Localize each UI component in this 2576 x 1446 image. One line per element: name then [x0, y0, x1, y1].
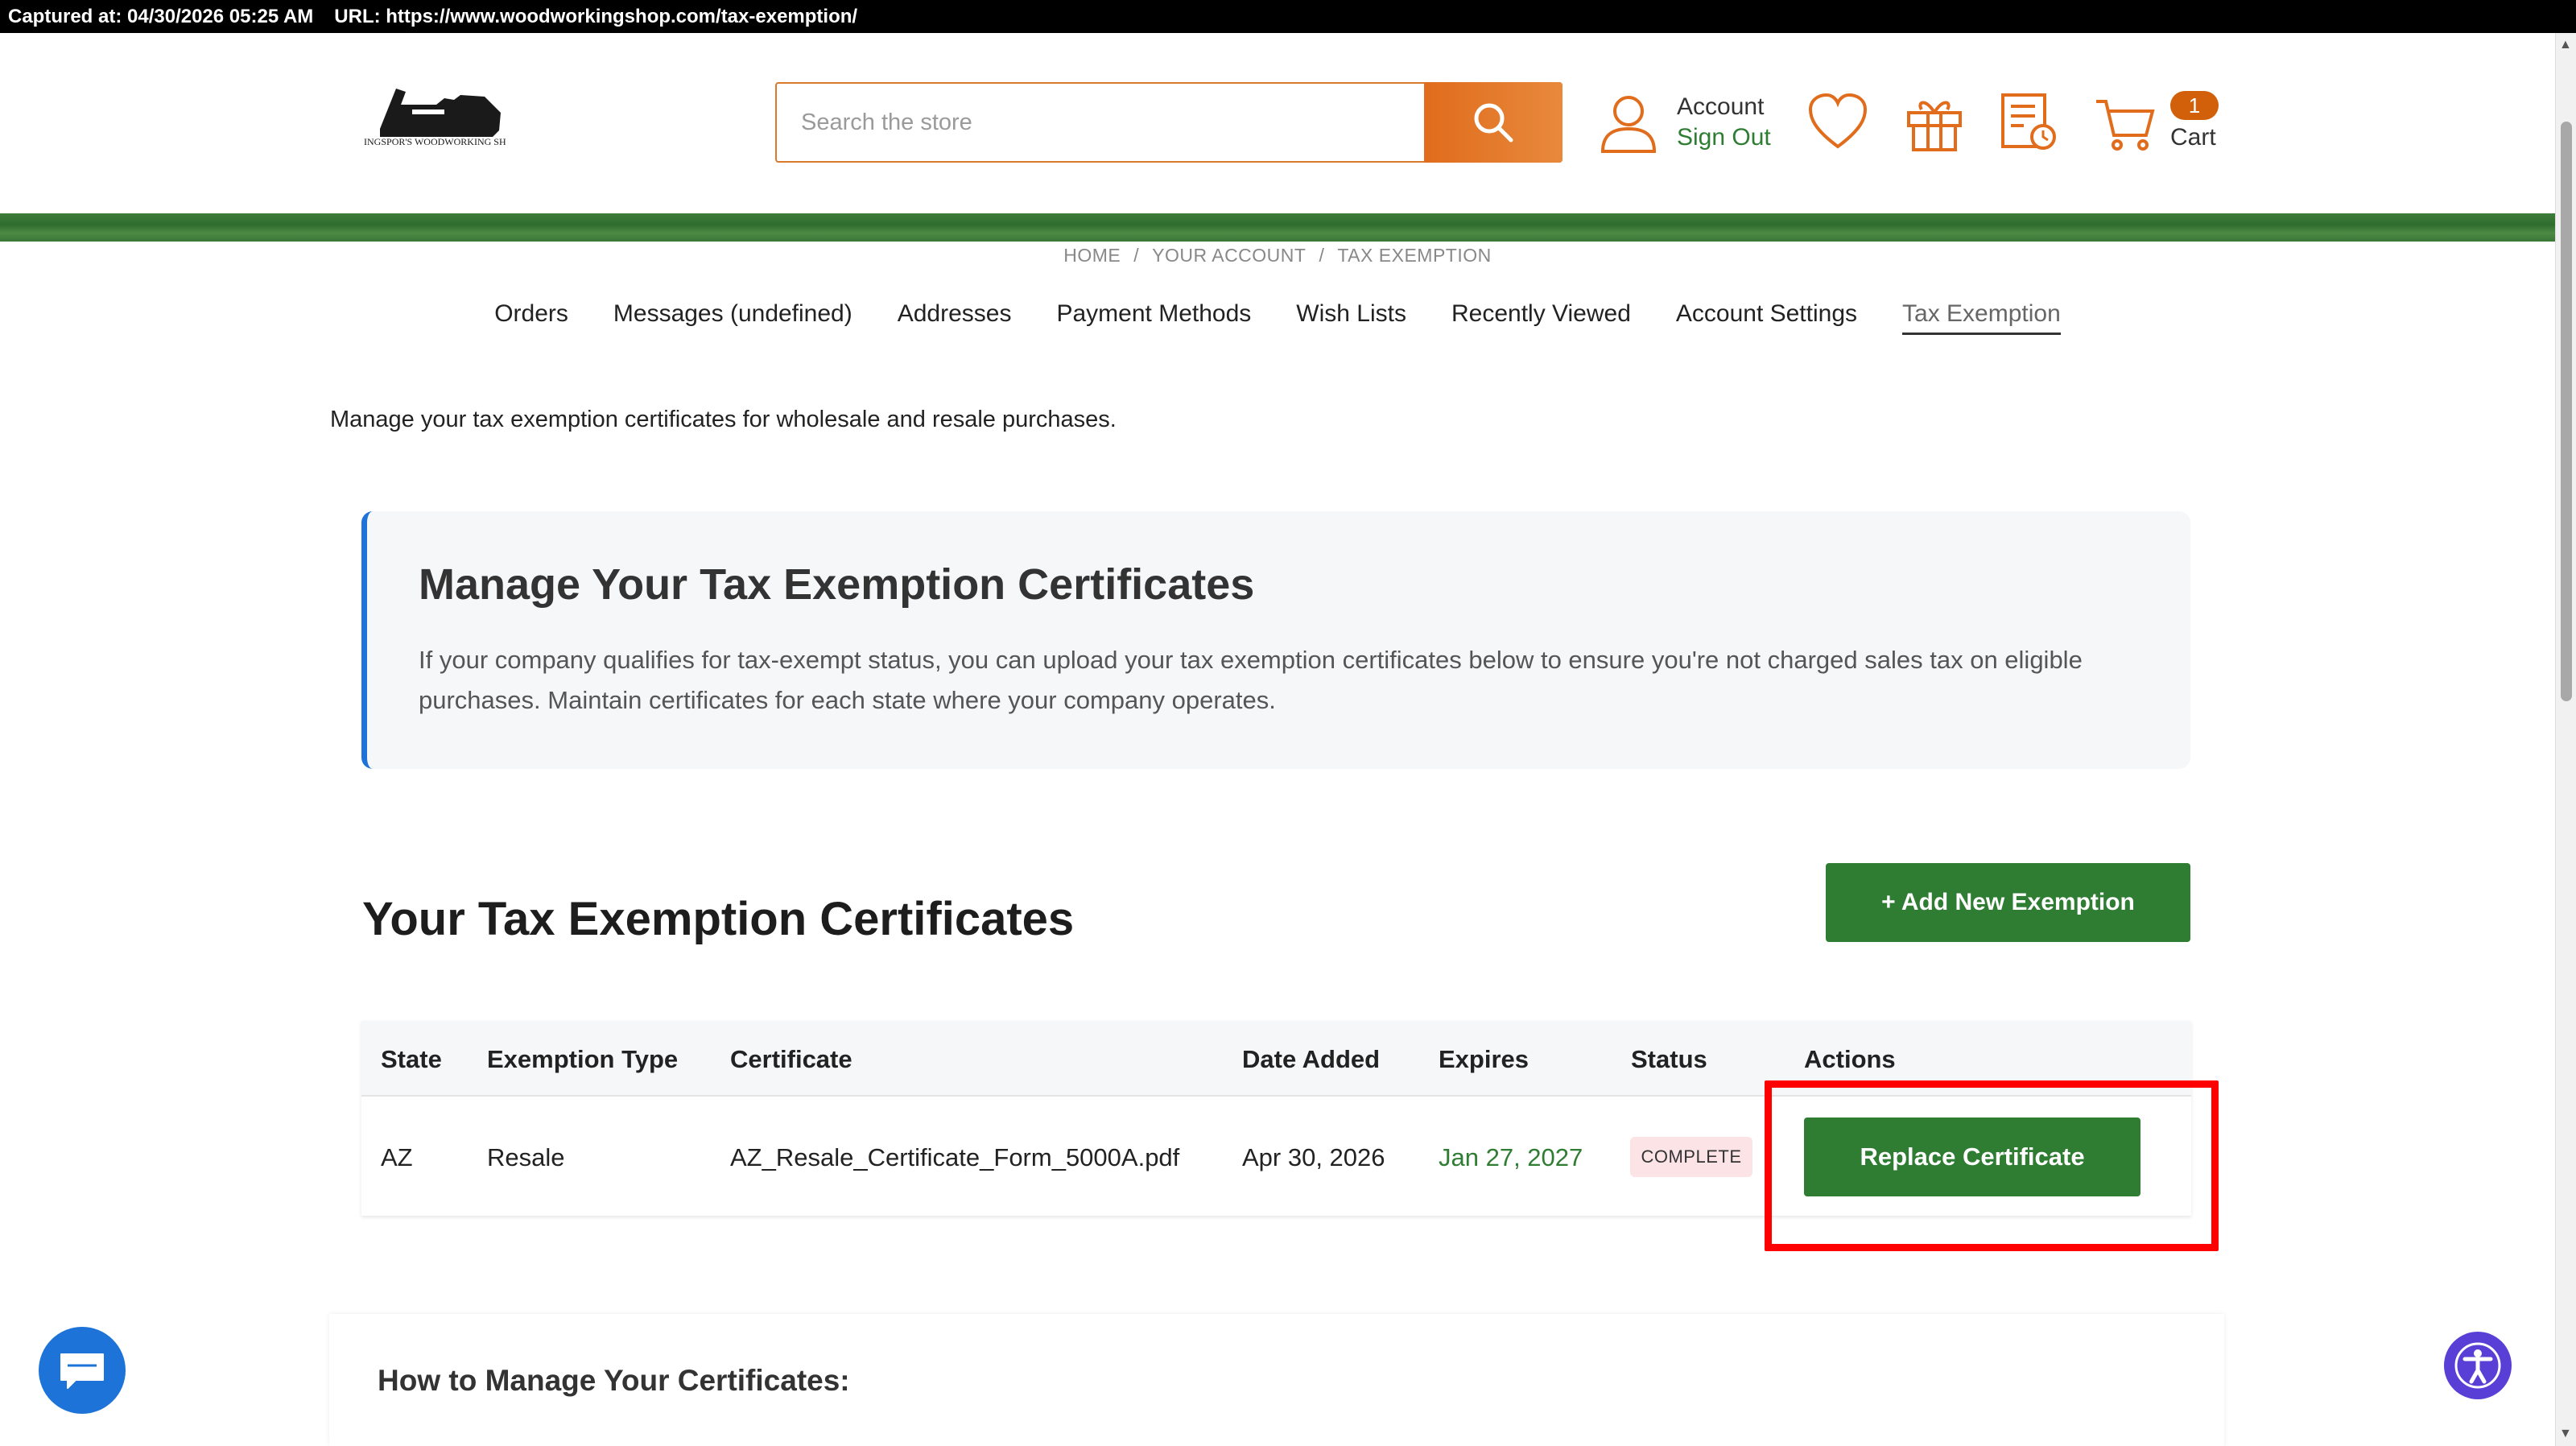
- search-bar: [775, 82, 1563, 163]
- scroll-down-icon[interactable]: ▼: [2559, 1427, 2572, 1441]
- cart-count-badge: 1: [2170, 91, 2219, 120]
- nav-orders[interactable]: Orders: [494, 300, 568, 335]
- accessibility-button[interactable]: [2444, 1332, 2512, 1399]
- nav-addresses[interactable]: Addresses: [898, 300, 1012, 335]
- site-logo[interactable]: KLINGSPOR'S WOODWORKING SHOP: [351, 81, 518, 164]
- account-nav: Orders Messages (undefined) Addresses Pa…: [0, 300, 2555, 335]
- scroll-up-icon[interactable]: ▲: [2559, 38, 2572, 52]
- search-button[interactable]: [1424, 82, 1563, 163]
- nav-tax-exemption[interactable]: Tax Exemption: [1902, 300, 2061, 335]
- info-box-title: Manage Your Tax Exemption Certificates: [419, 560, 1255, 609]
- certificates-title: Your Tax Exemption Certificates: [362, 893, 1075, 945]
- nav-wish-lists[interactable]: Wish Lists: [1296, 300, 1406, 335]
- page-scrollbar[interactable]: ▲ ▼: [2555, 33, 2576, 1446]
- account-icon[interactable]: [1598, 90, 1659, 155]
- heart-icon[interactable]: [1806, 90, 1870, 155]
- logo-text: KLINGSPOR'S WOODWORKING SHOP: [364, 136, 506, 147]
- chat-button[interactable]: [39, 1327, 126, 1414]
- account-links: Account Sign Out: [1677, 92, 1771, 153]
- howto-title: How to Manage Your Certificates:: [378, 1364, 850, 1397]
- add-new-exemption-button[interactable]: + Add New Exemption: [1826, 863, 2190, 942]
- account-link[interactable]: Account: [1677, 92, 1771, 122]
- gift-icon[interactable]: [1902, 90, 1967, 155]
- cell-exemption-type: Resale: [487, 1143, 565, 1171]
- breadcrumb-current: TAX EXEMPTION: [1337, 245, 1492, 266]
- breadcrumb-home[interactable]: HOME: [1063, 245, 1121, 266]
- col-exemption-type: Exemption Type: [487, 1045, 679, 1073]
- order-history-icon[interactable]: [1996, 90, 2061, 155]
- scrollbar-thumb[interactable]: [2561, 122, 2572, 701]
- search-icon: [1474, 103, 1513, 143]
- cart-icon[interactable]: [2093, 90, 2157, 155]
- cell-certificate-file[interactable]: AZ_Resale_Certificate_Form_5000A.pdf: [730, 1143, 1179, 1172]
- col-state: State: [381, 1045, 442, 1073]
- status-badge: COMPLETE: [1630, 1137, 1752, 1177]
- chat-icon: [60, 1353, 104, 1389]
- col-expires: Expires: [1439, 1045, 1530, 1073]
- cart-link[interactable]: Cart: [2170, 124, 2216, 151]
- capture-bar: Captured at: 04/30/2026 05:25 AM URL: ht…: [0, 0, 2576, 33]
- accessibility-icon: [2454, 1342, 2501, 1389]
- nav-recently-viewed[interactable]: Recently Viewed: [1451, 300, 1631, 335]
- nav-payment-methods[interactable]: Payment Methods: [1056, 300, 1251, 335]
- col-certificate: Certificate: [730, 1045, 852, 1073]
- header-banner: [0, 213, 2555, 242]
- cell-expires: Jan 27, 2027: [1439, 1143, 1583, 1171]
- capture-timestamp: Captured at: 04/30/2026 05:25 AM: [8, 5, 314, 27]
- breadcrumb: HOME / YOUR ACCOUNT / TAX EXEMPTION: [1063, 245, 1492, 266]
- breadcrumb-account[interactable]: YOUR ACCOUNT: [1152, 245, 1306, 266]
- cell-state: AZ: [381, 1143, 413, 1171]
- sign-out-link[interactable]: Sign Out: [1677, 122, 1771, 153]
- capture-url: URL: https://www.woodworkingshop.com/tax…: [334, 5, 858, 27]
- col-actions: Actions: [1804, 1045, 1896, 1073]
- cell-date-added: Apr 30, 2026: [1242, 1143, 1385, 1171]
- col-date-added: Date Added: [1242, 1045, 1381, 1073]
- info-box-body: If your company qualifies for tax-exempt…: [419, 646, 2083, 714]
- nav-messages[interactable]: Messages (undefined): [613, 300, 852, 335]
- col-status: Status: [1631, 1045, 1707, 1073]
- highlight-box: [1765, 1080, 2219, 1251]
- page-intro: Manage your tax exemption certificates f…: [330, 407, 1117, 432]
- info-box: Manage Your Tax Exemption Certificates I…: [361, 511, 2190, 769]
- howto-section: How to Manage Your Certificates:: [329, 1314, 2224, 1446]
- search-input[interactable]: [777, 84, 1424, 161]
- nav-account-settings[interactable]: Account Settings: [1676, 300, 1857, 335]
